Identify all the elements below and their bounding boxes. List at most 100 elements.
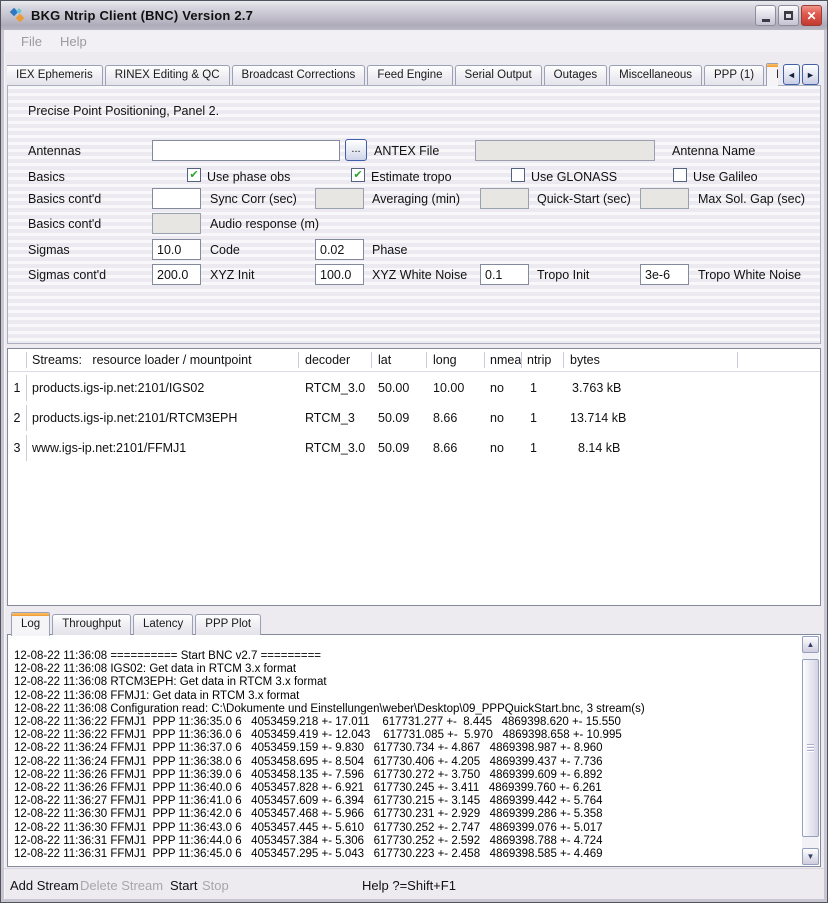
table-row[interactable]: 2 products.igs-ip.net:2101/RTCM3EPH RTCM… [8, 403, 820, 433]
log-line: 12-08-22 11:36:26 FFMJ1 PPP 11:36:40.0 6… [14, 782, 802, 795]
max-sol-gap-label: Max Sol. Gap (sec) [698, 192, 805, 206]
cell-long: 8.66 [433, 411, 457, 425]
averaging-input [315, 188, 364, 209]
cell-lat: 50.09 [378, 411, 409, 425]
log-line: 12-08-22 11:36:24 FFMJ1 PPP 11:36:37.0 6… [14, 742, 802, 755]
close-button[interactable]: ✕ [801, 5, 822, 26]
column-header-nmea[interactable]: nmea [490, 353, 521, 367]
ppp2-panel: Precise Point Positioning, Panel 2. Ante… [7, 85, 821, 344]
bottom-tab-bar: Log Throughput Latency PPP Plot [11, 612, 263, 635]
tab-scroll-right-button[interactable]: ► [802, 64, 819, 85]
tab-bar: IEX Ephemeris RINEX Editing & QC Broadca… [7, 62, 778, 86]
table-row[interactable]: 1 products.igs-ip.net:2101/IGS02 RTCM_3.… [8, 373, 820, 403]
cell-mountpoint: products.igs-ip.net:2101/IGS02 [32, 381, 204, 395]
tab-latency[interactable]: Latency [133, 614, 193, 635]
tab-throughput[interactable]: Throughput [52, 614, 131, 635]
column-divider [521, 352, 522, 368]
xyz-white-noise-input[interactable] [315, 264, 364, 285]
basics-contd-label: Basics cont'd [28, 192, 101, 206]
log-line: 12-08-22 11:36:08 FFMJ1: Get data in RTC… [14, 690, 802, 703]
tab-feed-engine[interactable]: Feed Engine [367, 65, 452, 86]
scrollbar-thumb[interactable] [802, 659, 819, 837]
basics-contd2-label: Basics cont'd [28, 217, 101, 231]
tab-rinex-ephemeris[interactable]: IEX Ephemeris [7, 65, 103, 86]
menu-item-file[interactable]: File [12, 32, 51, 51]
estimate-tropo-checkbox[interactable] [351, 168, 365, 182]
tropo-init-label: Tropo Init [537, 268, 589, 282]
antex-browse-button[interactable]: ... [345, 139, 367, 161]
streams-table: Streams: resource loader / mountpoint de… [7, 348, 821, 606]
log-line: 12-08-22 11:36:22 FFMJ1 PPP 11:36:36.0 6… [14, 729, 802, 742]
column-header-decoder[interactable]: decoder [305, 353, 350, 367]
column-divider [563, 352, 564, 368]
table-row[interactable]: 3 www.igs-ip.net:2101/FFMJ1 RTCM_3.0 50.… [8, 433, 820, 463]
cell-decoder: RTCM_3.0 [305, 381, 365, 395]
sigma-code-label: Code [210, 243, 240, 257]
log-scrollbar[interactable]: ▲ ▼ [802, 636, 819, 865]
tropo-init-input[interactable] [480, 264, 529, 285]
log-line: 12-08-22 11:36:22 FFMJ1 PPP 11:36:35.0 6… [14, 716, 802, 729]
cell-bytes: 8.14 kB [578, 441, 620, 455]
maximize-button[interactable] [778, 5, 799, 26]
cell-nmea: no [490, 411, 504, 425]
use-galileo-checkbox[interactable] [673, 168, 687, 182]
scroll-up-button[interactable]: ▲ [802, 636, 819, 653]
sync-corr-input[interactable] [152, 188, 201, 209]
column-header-mountpoint[interactable]: Streams: resource loader / mountpoint [32, 353, 252, 367]
delete-stream-button: Delete Stream [80, 878, 163, 893]
tab-scroll-left-button[interactable]: ◄ [783, 64, 800, 85]
log-panel: 12-08-22 11:36:08 ========== Start BNC v… [7, 634, 821, 867]
tab-ppp-plot[interactable]: PPP Plot [195, 614, 261, 635]
tab-log[interactable]: Log [11, 612, 50, 636]
column-header-bytes[interactable]: bytes [570, 353, 600, 367]
tab-rinex-editing-qc[interactable]: RINEX Editing & QC [105, 65, 230, 86]
title-bar[interactable]: BKG Ntrip Client (BNC) Version 2.7 ✕ [1, 1, 827, 30]
quick-start-label: Quick-Start (sec) [537, 192, 631, 206]
tab-outages[interactable]: Outages [544, 65, 607, 86]
basics-label: Basics [28, 170, 65, 184]
tab-serial-output[interactable]: Serial Output [455, 65, 542, 86]
tab-scrollers: ◄ ► [783, 64, 819, 85]
add-stream-button[interactable]: Add Stream [10, 878, 79, 893]
tab-broadcast-corrections[interactable]: Broadcast Corrections [232, 65, 366, 86]
tropo-white-noise-label: Tropo White Noise [698, 268, 801, 282]
use-glonass-checkbox[interactable] [511, 168, 525, 182]
scroll-down-button[interactable]: ▼ [802, 848, 819, 865]
cell-lat: 50.09 [378, 441, 409, 455]
column-header-long[interactable]: long [433, 353, 457, 367]
start-button[interactable]: Start [170, 878, 197, 893]
xyz-init-input[interactable] [152, 264, 201, 285]
tab-ppp-2[interactable]: PPP (2) [766, 63, 778, 86]
quick-start-input [480, 188, 529, 209]
row-number-divider [26, 435, 27, 461]
cell-ntrip: 1 [530, 411, 537, 425]
cell-mountpoint: www.igs-ip.net:2101/FFMJ1 [32, 441, 186, 455]
use-phase-obs-checkbox[interactable] [187, 168, 201, 182]
log-line: 12-08-22 11:36:31 FFMJ1 PPP 11:36:45.0 6… [14, 848, 802, 861]
arrow-up-icon: ▲ [807, 640, 815, 649]
antenna-name-label: Antenna Name [672, 144, 755, 158]
sync-corr-label: Sync Corr (sec) [210, 192, 297, 206]
menu-item-help[interactable]: Help [51, 32, 96, 51]
log-line: 12-08-22 11:36:08 ========== Start BNC v… [14, 650, 802, 663]
stop-button: Stop [202, 878, 229, 893]
column-header-lat[interactable]: lat [378, 353, 391, 367]
maximize-icon [784, 11, 793, 20]
tab-miscellaneous[interactable]: Miscellaneous [609, 65, 702, 86]
column-header-ntrip[interactable]: ntrip [527, 353, 551, 367]
sigma-phase-input[interactable] [315, 239, 364, 260]
minimize-button[interactable] [755, 5, 776, 26]
antennas-input[interactable] [152, 140, 340, 161]
audio-response-input [152, 213, 201, 234]
log-line: 12-08-22 11:36:26 FFMJ1 PPP 11:36:39.0 6… [14, 769, 802, 782]
action-bar: Add Stream Delete Stream Start Stop Help… [4, 868, 824, 899]
tropo-white-noise-input[interactable] [640, 264, 689, 285]
cell-decoder: RTCM_3 [305, 411, 355, 425]
sigma-code-input[interactable] [152, 239, 201, 260]
close-icon: ✕ [806, 10, 816, 22]
row-number: 1 [8, 381, 26, 395]
row-number: 3 [8, 441, 26, 455]
scrollbar-grip-icon [807, 744, 814, 753]
tab-ppp-1[interactable]: PPP (1) [704, 65, 764, 86]
cell-bytes: 3.763 kB [572, 381, 621, 395]
